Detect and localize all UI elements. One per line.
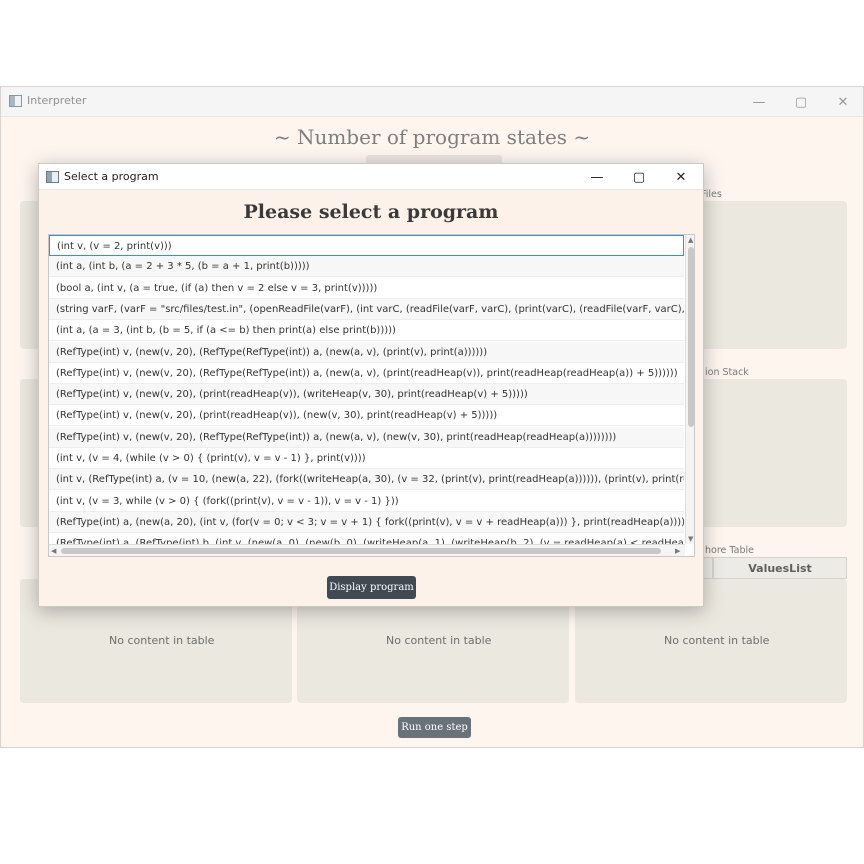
dialog-title: Select a program: [64, 170, 159, 183]
semaphore-table-label: hore Table: [705, 545, 754, 556]
horizontal-scrollbar[interactable]: ◀ ▶: [49, 544, 685, 556]
display-program-button[interactable]: Display program: [327, 576, 416, 599]
main-titlebar: Interpreter — ▢ ✕: [1, 87, 863, 117]
select-program-dialog: Select a program — ▢ ✕ Please select a p…: [38, 163, 704, 607]
maximize-icon[interactable]: ▢: [779, 87, 823, 117]
program-list-item[interactable]: (string varF, (varF = "src/files/test.in…: [49, 298, 684, 320]
scroll-down-icon[interactable]: ▼: [688, 534, 693, 544]
values-list-header[interactable]: ValuesList: [713, 557, 847, 579]
maximize-icon[interactable]: ▢: [618, 164, 660, 190]
program-list-item[interactable]: (RefType(int) v, (new(v, 20), (RefType(R…: [49, 426, 684, 448]
empty-table-text: No content in table: [109, 634, 215, 647]
app-icon: [46, 171, 59, 183]
program-list-item[interactable]: (RefType(int) v, (new(v, 20), (RefType(R…: [49, 363, 684, 384]
program-list-item[interactable]: (int v, (RefType(int) a, (v = 10, (new(a…: [49, 469, 684, 491]
program-list-item[interactable]: (int v, (v = 2, print(v))): [49, 235, 684, 256]
vertical-scroll-thumb[interactable]: [688, 247, 694, 427]
run-one-step-button[interactable]: Run one step: [398, 717, 471, 738]
empty-table-text: No content in table: [664, 634, 770, 647]
close-icon[interactable]: ✕: [660, 164, 702, 190]
program-list-item[interactable]: (int a, (int b, (a = 2 + 3 * 5, (b = a +…: [49, 256, 684, 278]
program-list-item[interactable]: (RefType(int) v, (new(v, 20), (print(rea…: [49, 384, 684, 406]
program-list-item[interactable]: (int v, (v = 4, (while (v > 0) { (print(…: [49, 448, 684, 469]
minimize-icon[interactable]: —: [576, 164, 618, 190]
exe-stack-label: ion Stack: [705, 367, 749, 378]
program-list-item[interactable]: (int v, (v = 3, while (v > 0) { (fork((p…: [49, 491, 684, 512]
empty-table-text: No content in table: [386, 634, 492, 647]
program-list-item[interactable]: (int a, (a = 3, (int b, (b = 5, if (a <=…: [49, 320, 684, 342]
scroll-right-icon[interactable]: ▶: [675, 546, 680, 556]
vertical-scrollbar[interactable]: ▲ ▼: [685, 235, 694, 544]
main-window-title: Interpreter: [27, 94, 87, 107]
program-list-item[interactable]: (RefType(int) a, (new(a, 20), (int v, (f…: [49, 511, 684, 533]
dialog-heading: Please select a program: [243, 201, 499, 223]
dialog-titlebar: Select a program — ▢ ✕: [39, 164, 703, 190]
scroll-left-icon[interactable]: ◀: [51, 546, 56, 556]
program-list[interactable]: (int v, (v = 2, print(v))) (int a, (int b…: [48, 234, 695, 557]
minimize-icon[interactable]: —: [737, 87, 781, 117]
files-label: Files: [701, 189, 722, 200]
program-list-item[interactable]: (bool a, (int v, (a = true, (if (a) then…: [49, 278, 684, 299]
program-list-item[interactable]: (RefType(int) v, (new(v, 20), (print(rea…: [49, 405, 684, 427]
horizontal-scroll-thumb[interactable]: [61, 548, 661, 554]
scroll-up-icon[interactable]: ▲: [688, 235, 693, 245]
close-icon[interactable]: ✕: [821, 87, 864, 117]
app-icon: [9, 95, 22, 107]
main-heading: ~ Number of program states ~: [273, 125, 591, 149]
program-list-item[interactable]: (RefType(int) v, (new(v, 20), (RefType(R…: [49, 341, 684, 363]
